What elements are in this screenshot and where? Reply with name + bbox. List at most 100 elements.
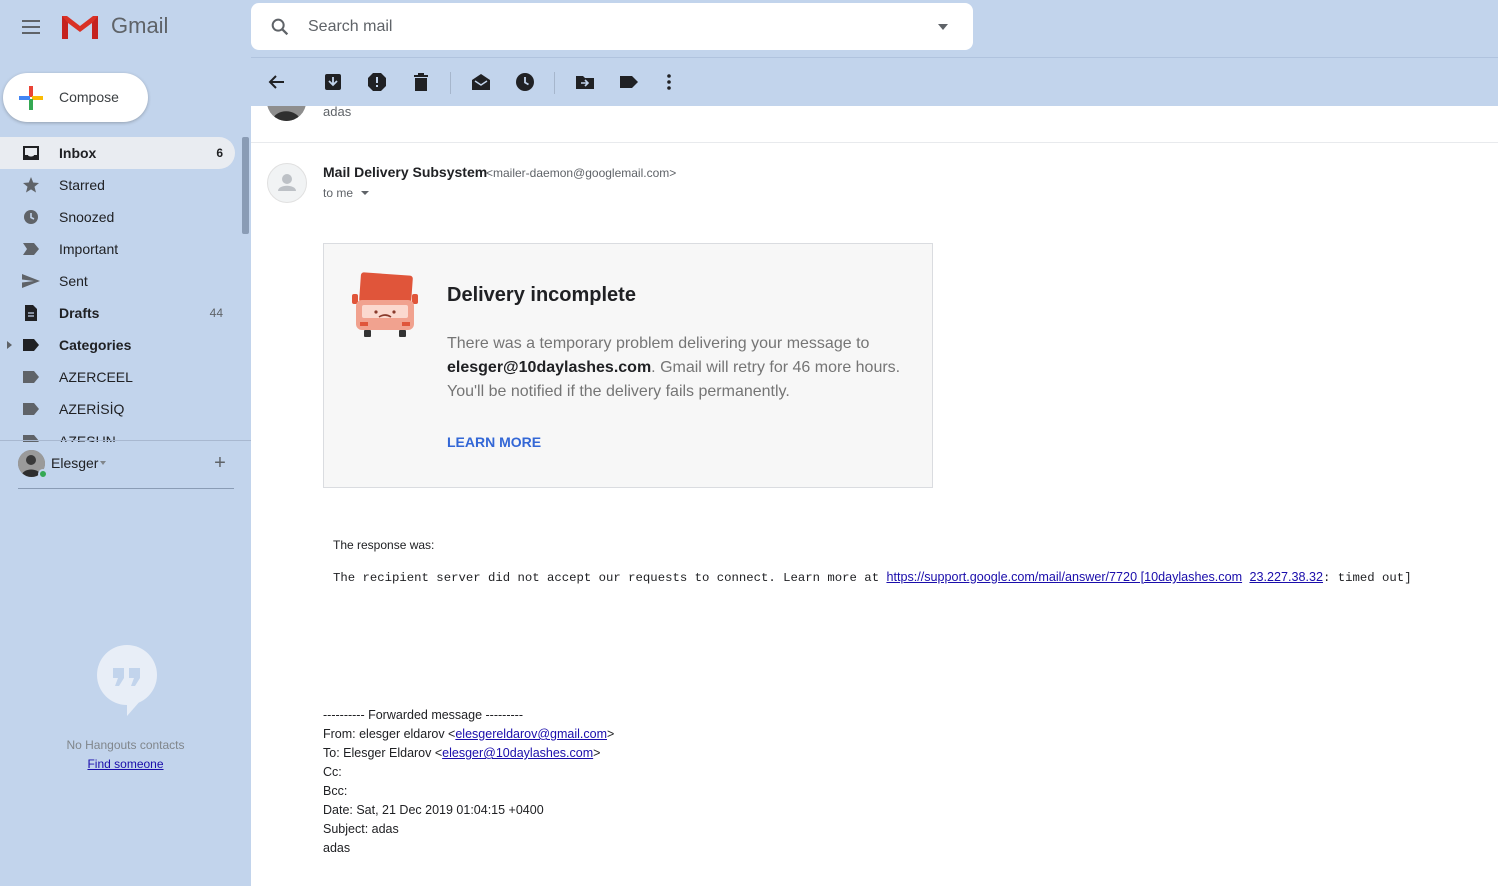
- delivery-truck-icon: [352, 272, 418, 337]
- sidebar-item-inbox[interactable]: Inbox 6: [0, 137, 235, 169]
- forwarded-date: Date: Sat, 21 Dec 2019 01:04:15 +0400: [323, 803, 544, 817]
- search-bar[interactable]: [251, 3, 973, 50]
- response-text: The recipient server did not accept our …: [333, 570, 1412, 585]
- from-prefix: From: elesger eldarov <: [323, 727, 456, 741]
- clock-icon: [24, 210, 38, 224]
- sidebar-item-starred[interactable]: Starred: [0, 169, 235, 201]
- sidebar-item-label: Important: [59, 241, 119, 257]
- default-person-icon: [278, 174, 296, 191]
- label-icon: [23, 403, 39, 415]
- mark-unread-icon[interactable]: [471, 72, 491, 92]
- learn-more-link[interactable]: LEARN MORE: [447, 434, 541, 450]
- forwarded-body: adas: [323, 841, 351, 855]
- from-email-link[interactable]: elesgereldarov@gmail.com: [455, 727, 607, 741]
- plus-icon: [19, 86, 43, 110]
- from-suffix: >: [607, 727, 615, 741]
- expand-arrow-icon[interactable]: [7, 341, 12, 349]
- delete-icon[interactable]: [411, 72, 431, 92]
- forwarded-to: To: Elesger Eldarov <elesger@10daylashes…: [323, 744, 614, 763]
- sidebar-item-important[interactable]: Important: [0, 233, 235, 265]
- send-icon: [22, 274, 40, 288]
- ip-address-link[interactable]: 23.227.38.32: [1249, 570, 1323, 584]
- main-menu-button[interactable]: [16, 14, 46, 40]
- recipient-line: to me: [323, 186, 354, 200]
- sidebar-item-azerceel[interactable]: AZERCEEL: [0, 361, 235, 393]
- to-prefix: To: Elesger Eldarov <: [323, 746, 443, 760]
- unread-count: 6: [216, 146, 223, 160]
- failed-recipient: elesger@10daylashes.com: [447, 359, 652, 376]
- sidebar-scrollbar[interactable]: [242, 137, 249, 234]
- notice-body: There was a temporary problem delivering…: [447, 332, 907, 404]
- drafts-count: 44: [209, 306, 223, 320]
- show-details-chevron-icon[interactable]: [361, 191, 369, 195]
- labels-icon[interactable]: [619, 72, 639, 92]
- response-prefix: The recipient server did not accept our …: [333, 571, 887, 585]
- forwarded-bcc: Bcc:: [323, 784, 348, 798]
- previous-message-snippet[interactable]: adas: [323, 106, 351, 119]
- snooze-icon[interactable]: [515, 72, 535, 92]
- important-icon: [23, 243, 39, 255]
- star-icon: [23, 177, 39, 193]
- no-contacts-text: No Hangouts contacts: [66, 738, 185, 752]
- to-suffix: >: [593, 746, 601, 760]
- forwarded-subject: Subject: adas: [323, 822, 399, 836]
- to-email-link[interactable]: elesger@10daylashes.com: [442, 746, 593, 760]
- sidebar-item-snoozed[interactable]: Snoozed: [0, 201, 235, 233]
- forwarded-header: ---------- Forwarded message ---------: [323, 708, 523, 722]
- sidebar-nav: Inbox 6 Starred Snoozed Important Sent D…: [0, 137, 240, 442]
- sidebar-item-sent[interactable]: Sent: [0, 265, 235, 297]
- avatar[interactable]: [267, 106, 306, 121]
- toolbar-separator: [554, 72, 555, 94]
- message-toolbar: [251, 57, 1498, 106]
- sidebar-item-label: AZERİSİQ: [59, 401, 125, 417]
- sidebar-item-categories[interactable]: Categories: [0, 329, 235, 361]
- support-link[interactable]: https://support.google.com/mail/answer/7…: [886, 570, 1242, 584]
- notice-title: Delivery incomplete: [447, 284, 636, 306]
- draft-icon: [25, 305, 37, 321]
- sidebar-item-label: Starred: [59, 177, 105, 193]
- sender-email: <mailer-daemon@googlemail.com>: [486, 166, 677, 180]
- avatar[interactable]: [267, 163, 307, 203]
- move-to-icon[interactable]: [575, 72, 595, 92]
- message-divider: [251, 142, 1498, 143]
- hangouts-quote-icon: [97, 645, 157, 716]
- find-someone-link[interactable]: Find someone: [0, 757, 251, 771]
- top-bar: Gmail: [0, 0, 1498, 56]
- response-suffix: : timed out]: [1323, 571, 1412, 585]
- message-view: adas Mail Delivery Subsystem <mailer-dae…: [251, 106, 1498, 886]
- compose-label: Compose: [59, 89, 119, 105]
- archive-icon[interactable]: [323, 72, 343, 92]
- avatar-photo-icon: [267, 106, 306, 121]
- compose-button[interactable]: Compose: [3, 73, 148, 122]
- sidebar-item-label: Inbox: [59, 145, 97, 161]
- forwarded-from: From: elesger eldarov <elesgereldarov@gm…: [323, 725, 614, 744]
- sidebar-item-drafts[interactable]: Drafts 44: [0, 297, 235, 329]
- hangouts-divider: [18, 488, 234, 489]
- forwarded-cc: Cc:: [323, 765, 342, 779]
- search-input[interactable]: [308, 13, 908, 41]
- sidebar-item-label: AZERCEEL: [59, 369, 133, 385]
- sidebar-item-label: Sent: [59, 273, 88, 289]
- search-options-chevron-icon[interactable]: [935, 21, 951, 33]
- toolbar-separator: [450, 72, 451, 94]
- hangouts-username[interactable]: Elesger: [51, 455, 98, 471]
- report-spam-icon[interactable]: [367, 72, 387, 92]
- response-label: The response was:: [333, 538, 435, 552]
- forwarded-message: ---------- Forwarded message --------- F…: [323, 706, 614, 858]
- sidebar-item-label: Drafts: [59, 305, 100, 321]
- notice-body-prefix: There was a temporary problem delivering…: [447, 335, 870, 352]
- inbox-icon: [23, 146, 39, 160]
- app-name[interactable]: Gmail: [111, 13, 168, 39]
- sidebar-item-azerisiq[interactable]: AZERİSİQ: [0, 393, 235, 425]
- online-status-icon: [38, 469, 48, 479]
- back-icon[interactable]: [267, 72, 287, 92]
- chevron-down-icon[interactable]: [100, 461, 106, 465]
- search-icon[interactable]: [269, 16, 291, 38]
- hangouts-user[interactable]: Elesger +: [18, 450, 238, 480]
- gmail-logo-icon[interactable]: [60, 12, 100, 40]
- sidebar-item-label: Categories: [59, 337, 132, 353]
- more-icon[interactable]: [659, 72, 679, 92]
- sender-name[interactable]: Mail Delivery Subsystem: [323, 164, 487, 180]
- label-icon: [23, 371, 39, 383]
- add-contact-button[interactable]: +: [211, 452, 229, 474]
